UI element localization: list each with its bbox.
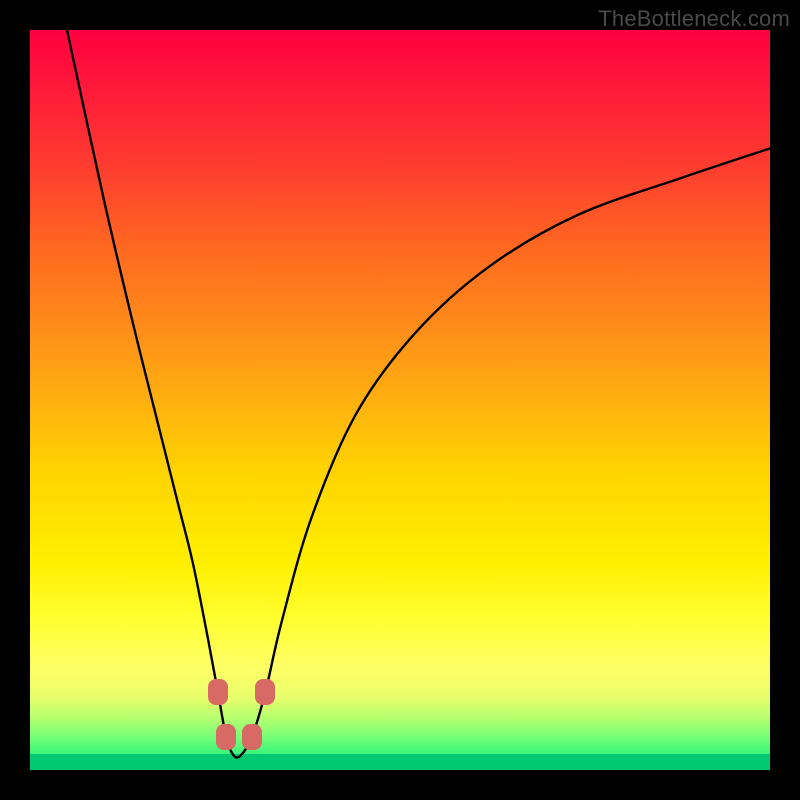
curve-marker [242, 724, 262, 750]
chart-plot-area [30, 30, 770, 770]
curve-marker [216, 724, 236, 750]
curve-marker-group [30, 30, 770, 770]
watermark-text: TheBottleneck.com [598, 6, 790, 32]
curve-marker [255, 679, 275, 705]
curve-marker [208, 679, 228, 705]
